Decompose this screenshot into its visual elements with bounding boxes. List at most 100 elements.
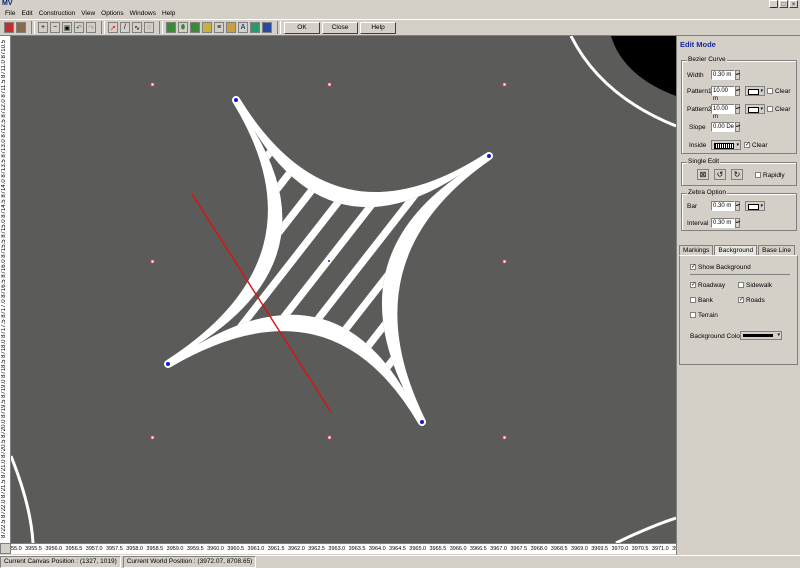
- divider: [690, 274, 790, 275]
- pattern1-clear-checkbox[interactable]: [767, 88, 773, 94]
- text-icon[interactable]: A: [238, 22, 248, 33]
- canvas-position-readout: Current Canvas Position : (1327, 1019): [0, 556, 121, 568]
- rapidly-checkbox[interactable]: [755, 172, 761, 178]
- toolbar-separator: [31, 21, 35, 34]
- zoom-fit-icon[interactable]: ▣: [62, 22, 72, 33]
- width-field[interactable]: 0.30 m: [711, 70, 735, 80]
- select-arrow-icon[interactable]: ➚: [108, 22, 118, 33]
- slope-label: Slope: [689, 124, 706, 131]
- ruler-tick-label: 3956.0: [45, 546, 63, 552]
- pattern1-spinner[interactable]: ▴▾: [735, 86, 740, 96]
- background-color-label: Background Color: [690, 333, 743, 340]
- save-icon[interactable]: [262, 22, 272, 33]
- menu-edit[interactable]: Edit: [18, 9, 35, 18]
- menu-options[interactable]: Options: [98, 9, 126, 18]
- image-icon[interactable]: [250, 22, 260, 33]
- background-tab-content: ✓ Show Background ✓ Roadway Sidewalk Ban…: [679, 255, 798, 365]
- app-logo: MV: [2, 0, 13, 7]
- roadway-checkbox[interactable]: ✓: [690, 282, 696, 288]
- rotate-right-icon[interactable]: ↻: [731, 169, 743, 180]
- pattern2-field[interactable]: 10.00 m: [711, 104, 735, 120]
- pattern1-color-select[interactable]: ▾: [745, 86, 765, 96]
- ruler-tick-label: 3960.5: [227, 546, 245, 552]
- redo-icon[interactable]: ↷: [86, 22, 96, 33]
- rect-icon[interactable]: [166, 22, 176, 33]
- tab-background[interactable]: Background: [714, 245, 758, 255]
- pencil-icon[interactable]: /: [120, 22, 130, 33]
- ruler-tick-label: 3965.0: [409, 546, 427, 552]
- vertical-ruler[interactable]: 8722.5 8722.0 8721.5 8721.0 8720.5 8720.…: [0, 36, 11, 543]
- panel-tabs: Markings Background Base Line: [679, 245, 796, 255]
- ruler-tick-label: 3968.0: [530, 546, 548, 552]
- tab-base-line[interactable]: Base Line: [758, 245, 795, 255]
- trash-icon[interactable]: [16, 22, 26, 33]
- pattern2-clear-checkbox[interactable]: [767, 106, 773, 112]
- bank-label: Bank: [698, 297, 713, 304]
- lasso-icon[interactable]: ◌: [144, 22, 154, 33]
- box-icon[interactable]: [190, 22, 200, 33]
- show-background-checkbox[interactable]: ✓: [690, 264, 696, 270]
- pattern1-label: Pattern1: [687, 88, 712, 95]
- roads-checkbox[interactable]: ✓: [738, 297, 744, 303]
- ruler-tick-label: 3963.5: [348, 546, 366, 552]
- interval-spinner[interactable]: ▴▾: [735, 218, 740, 228]
- window-controls: _ □ ×: [769, 0, 798, 9]
- bar-color-select[interactable]: ▾: [745, 201, 765, 211]
- width-spinner[interactable]: ▴▾: [735, 70, 740, 80]
- sidewalk-checkbox[interactable]: [738, 282, 744, 288]
- ruler-tick-label: 3959.5: [186, 546, 204, 552]
- ruler-tick-label: 3957.5: [105, 546, 123, 552]
- zoom-in-icon[interactable]: +: [38, 22, 48, 33]
- terrain-checkbox[interactable]: [690, 312, 696, 318]
- inside-clear-checkbox[interactable]: ✓: [744, 142, 750, 148]
- maximize-button[interactable]: □: [779, 0, 788, 8]
- terrain-label: Terrain: [698, 312, 718, 319]
- zebra-toggle-icon[interactable]: ⊠: [697, 169, 709, 180]
- book-icon[interactable]: [4, 22, 14, 33]
- help-button[interactable]: Help: [360, 21, 396, 34]
- curve-icon[interactable]: ∿: [132, 22, 142, 33]
- zoom-out-icon[interactable]: −: [50, 22, 60, 33]
- ruler-tick-label: 3956.5: [65, 546, 83, 552]
- ruler-tick-label: 3958.0: [126, 546, 144, 552]
- background-color-select[interactable]: ▾: [740, 331, 782, 340]
- slope-spinner[interactable]: ▴▾: [735, 122, 740, 132]
- drawing-canvas[interactable]: [11, 36, 676, 543]
- menu-file[interactable]: File: [2, 9, 18, 18]
- bars-icon[interactable]: [226, 22, 236, 33]
- pattern2-spinner[interactable]: ▴▾: [735, 104, 740, 114]
- oval-icon[interactable]: ⬮: [178, 22, 188, 33]
- rotate-left-icon[interactable]: ↺: [714, 169, 726, 180]
- toolbar: + − ▣ ↶ ↷ ➚ / ∿ ◌ ⬮ ≡ A OK Close Help: [0, 19, 800, 36]
- undo-icon[interactable]: ↶: [74, 22, 84, 33]
- menu-construction[interactable]: Construction: [36, 9, 79, 18]
- bank-checkbox[interactable]: [690, 297, 696, 303]
- menu-help[interactable]: Help: [159, 9, 178, 18]
- ruler-tick-label: 3961.5: [267, 546, 285, 552]
- inside-pattern-select[interactable]: ▾: [711, 140, 741, 150]
- slope-field[interactable]: 0.00 De: [711, 122, 735, 132]
- vertical-ruler-labels: 8722.5 8722.0 8721.5 8721.0 8720.5 8720.…: [1, 40, 7, 538]
- horizontal-ruler[interactable]: 55.0 3955.5 3956.0 3956.5 3957.0 3957.5 3958.0…: [11, 543, 676, 554]
- ruler-tick-label: 3961.0: [247, 546, 265, 552]
- close-window-button[interactable]: ×: [789, 0, 798, 8]
- bar-field[interactable]: 0.30 m: [711, 201, 735, 211]
- pattern1-field[interactable]: 10.00 m: [711, 86, 735, 102]
- canvas-drawing[interactable]: [11, 36, 676, 543]
- menu-windows[interactable]: Windows: [127, 9, 159, 18]
- menu-view[interactable]: View: [78, 9, 98, 18]
- tab-markings[interactable]: Markings: [679, 245, 714, 255]
- ruler-tick-label: 3959.0: [166, 546, 184, 552]
- line-icon[interactable]: ≡: [214, 22, 224, 33]
- ok-button[interactable]: OK: [284, 21, 320, 34]
- toolbar-separator: [159, 21, 163, 34]
- interval-field[interactable]: 0.30 m: [711, 218, 735, 228]
- close-button[interactable]: Close: [322, 21, 358, 34]
- ruler-tick-label: 3967.5: [510, 546, 528, 552]
- bar-spinner[interactable]: ▴▾: [735, 201, 740, 211]
- ruler-tick-label: 3955.5: [25, 546, 42, 552]
- minimize-button[interactable]: _: [769, 0, 778, 8]
- hatch-icon[interactable]: [202, 22, 212, 33]
- ruler-tick-label: 3965.5: [429, 546, 447, 552]
- pattern2-color-select[interactable]: ▾: [745, 104, 765, 114]
